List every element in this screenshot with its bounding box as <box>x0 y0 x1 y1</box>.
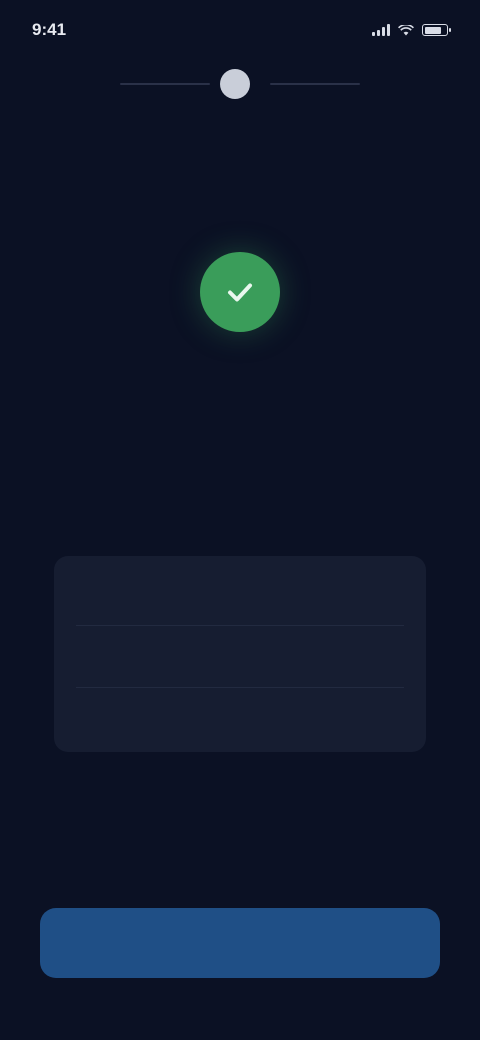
battery-level <box>424 26 442 34</box>
header-divider-right <box>270 83 360 85</box>
header-divider-left <box>120 83 210 85</box>
success-icon <box>200 252 280 332</box>
detail-row-total <box>76 688 404 750</box>
details-card <box>54 556 426 752</box>
status-time: 9:41 <box>32 20 67 39</box>
status-bar: 9:41 <box>0 0 480 60</box>
check-icon <box>228 283 252 302</box>
wifi-icon <box>398 24 414 36</box>
battery-icon <box>422 24 451 36</box>
detail-row <box>76 626 404 688</box>
signal-icon <box>372 24 390 36</box>
primary-button[interactable] <box>40 908 440 978</box>
header <box>0 62 480 106</box>
app-logo-icon <box>220 69 250 99</box>
detail-row <box>76 564 404 626</box>
status-icons <box>372 24 451 36</box>
